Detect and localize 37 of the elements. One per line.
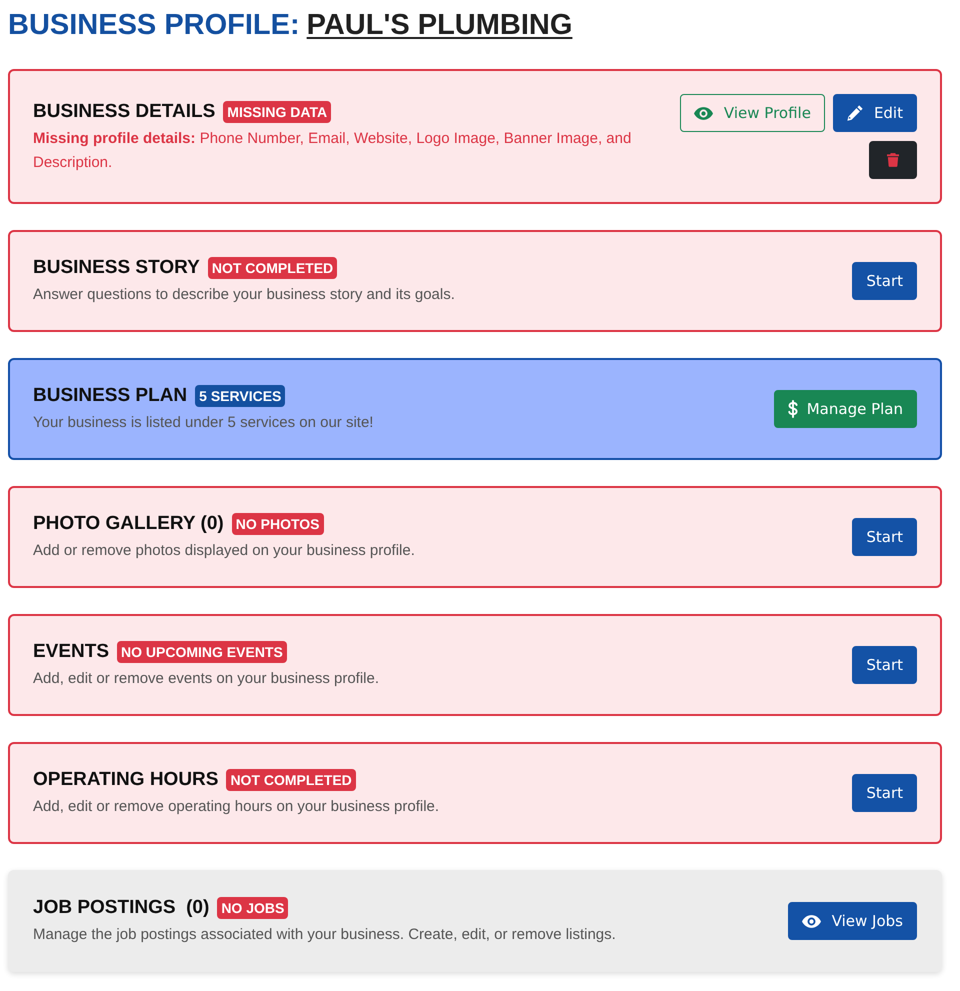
start-button[interactable]: Start bbox=[852, 646, 917, 684]
section-title: BUSINESS STORY bbox=[33, 256, 200, 280]
section-title: EVENTS bbox=[33, 640, 110, 664]
section-description: Manage the job postings associated with your business. Create, edit, or remove listings. bbox=[33, 925, 617, 945]
section-description: Answer questions to describe your business story and its goals. bbox=[33, 285, 456, 305]
section-title: JOB POSTINGS (0) bbox=[33, 896, 210, 920]
section-title: BUSINESS DETAILS bbox=[33, 100, 216, 124]
status-badge: NO UPCOMING EVENTS bbox=[117, 641, 287, 663]
start-button[interactable]: Start bbox=[852, 518, 917, 556]
start-button[interactable]: Start bbox=[852, 774, 917, 812]
status-badge: MISSING DATA bbox=[223, 100, 332, 122]
section-title: PHOTO GALLERY (0) bbox=[33, 512, 224, 536]
status-badge: 5 SERVICES bbox=[195, 385, 286, 407]
status-badge: NO JOBS bbox=[217, 897, 288, 919]
section-description: Missing profile details: Phone Number, Email, Website, Logo Image, Banner Image, and Description. bbox=[33, 128, 632, 172]
dollar-icon bbox=[788, 400, 798, 418]
view-jobs-button[interactable]: View Jobs bbox=[788, 902, 917, 940]
page-title: BUSINESS PROFILE: bbox=[8, 8, 300, 43]
eye-icon bbox=[694, 106, 713, 120]
trash-icon bbox=[887, 153, 899, 167]
view-profile-button[interactable]: View Profile bbox=[680, 94, 825, 132]
status-badge: NOT COMPLETED bbox=[226, 769, 356, 791]
edit-button[interactable]: Edit bbox=[832, 94, 917, 132]
start-button[interactable]: Start bbox=[852, 262, 917, 300]
section-description: Add or remove photos displayed on your business profile. bbox=[33, 541, 416, 561]
status-badge: NO PHOTOS bbox=[232, 513, 324, 535]
section-description: Add, edit or remove operating hours on your business profile. bbox=[33, 797, 440, 817]
pencil-icon bbox=[846, 105, 863, 121]
section-description: Your business is listed under 5 services on our site! bbox=[33, 413, 374, 433]
section-description: Add, edit or remove events on your business profile. bbox=[33, 669, 380, 689]
manage-plan-button[interactable]: Manage Plan bbox=[774, 390, 917, 428]
status-badge: NOT COMPLETED bbox=[208, 257, 338, 279]
section-title: OPERATING HOURS bbox=[33, 768, 218, 792]
business-name-link[interactable]: PAUL'S PLUMBING bbox=[306, 6, 572, 44]
section-title: BUSINESS PLAN bbox=[33, 384, 188, 408]
delete-button[interactable] bbox=[869, 141, 917, 179]
eye-icon bbox=[802, 914, 821, 928]
